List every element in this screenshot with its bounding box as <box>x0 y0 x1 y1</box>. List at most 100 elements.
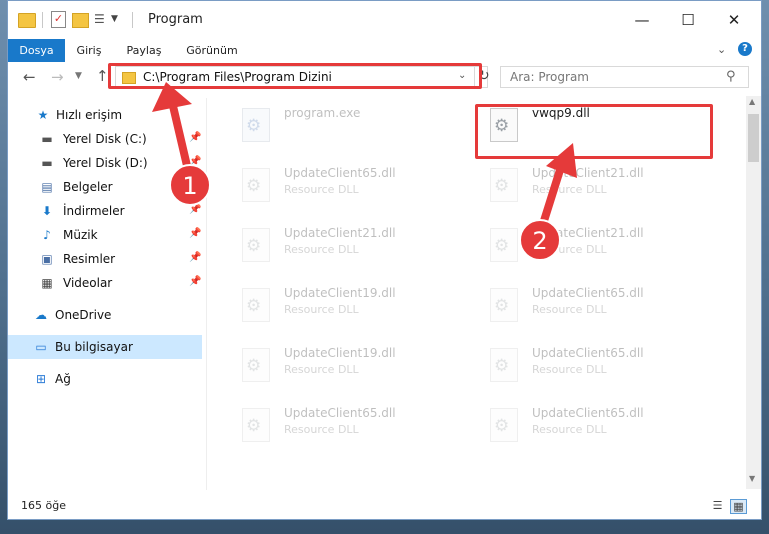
ribbon: Dosya Giriş Paylaş Görünüm ⌄ ? <box>8 39 761 62</box>
title-bar: ✓ ☰ ▼ Program — ☐ ✕ <box>8 1 761 39</box>
sidebar-item-label: Hızlı erişim <box>56 108 123 122</box>
scrollbar-thumb[interactable] <box>748 114 759 162</box>
sidebar-item-label: Yerel Disk (C:) <box>63 132 147 146</box>
pane-divider[interactable] <box>206 98 207 490</box>
dll-file-icon: ⚙ <box>490 348 518 382</box>
up-arrow-icon[interactable]: ↑ <box>96 67 109 85</box>
exe-file-icon: ⚙ <box>242 108 270 142</box>
sidebar-item-label: Belgeler <box>63 180 113 194</box>
download-icon: ⬇ <box>41 204 53 218</box>
toolbar-separator <box>132 12 133 28</box>
network-icon: ⊞ <box>35 372 47 386</box>
details-view-icon[interactable]: ☰ <box>710 499 725 512</box>
file-name: UpdateClient21.dll <box>284 226 396 240</box>
sidebar-item-network[interactable]: ⊞ Ağ <box>8 367 202 391</box>
dll-file-icon: ⚙ <box>490 288 518 322</box>
customize-view-icon[interactable]: ☰ <box>94 12 108 26</box>
pin-icon[interactable]: 📌 <box>189 252 201 263</box>
dll-file-icon: ⚙ <box>242 288 270 322</box>
pin-icon[interactable]: 📌 <box>189 180 201 191</box>
file-name: UpdateClient19.dll <box>284 286 396 300</box>
file-type: Resource DLL <box>532 183 607 196</box>
cloud-icon: ☁ <box>35 308 47 322</box>
file-item[interactable]: ⚙ UpdateClient65.dll Resource DLL <box>478 282 718 336</box>
sidebar-item-downloads[interactable]: ⬇ İndirmeler 📌 <box>8 199 202 223</box>
file-name: program.exe <box>284 106 361 120</box>
file-item[interactable]: ⚙ UpdateClient21.dll Resource DLL <box>230 222 470 276</box>
file-name: UpdateClient21.dll <box>532 166 644 180</box>
file-type: Resource DLL <box>284 183 359 196</box>
recent-locations-chevron-icon[interactable]: ▼ <box>75 71 82 81</box>
search-box[interactable]: Ara: Program ⚲ <box>500 66 749 88</box>
file-item[interactable]: ⚙ UpdateClient65.dll Resource DLL <box>230 402 470 456</box>
file-item[interactable]: ⚙ UpdateClient65.dll Resource DLL <box>478 402 718 456</box>
file-item[interactable]: ⚙ UpdateClient21.dll Resource DLL <box>478 222 718 276</box>
file-item[interactable]: ⚙ UpdateClient21.dll Resource DLL <box>478 162 718 216</box>
properties-check-icon[interactable]: ✓ <box>51 11 66 28</box>
sidebar-item-pictures[interactable]: ▣ Resimler 📌 <box>8 247 202 271</box>
forward-arrow-icon[interactable]: → <box>51 68 64 86</box>
maximize-button[interactable]: ☐ <box>665 1 711 39</box>
close-button[interactable]: ✕ <box>711 1 757 39</box>
file-type: Resource DLL <box>284 303 359 316</box>
navigation-pane: ★ Hızlı erişim ▬ Yerel Disk (C:) 📌 ▬ Yer… <box>8 98 206 490</box>
file-item[interactable]: ⚙ UpdateClient65.dll Resource DLL <box>230 162 470 216</box>
sidebar-item-label: Yerel Disk (D:) <box>63 156 148 170</box>
file-name: UpdateClient19.dll <box>284 346 396 360</box>
tab-share[interactable]: Paylaş <box>116 39 172 62</box>
file-item[interactable]: ⚙ UpdateClient19.dll Resource DLL <box>230 282 470 336</box>
sidebar-item-this-pc[interactable]: ▭ Bu bilgisayar <box>8 335 202 359</box>
file-item[interactable]: ⚙ program.exe <box>230 102 470 156</box>
sidebar-item-label: Müzik <box>63 228 98 242</box>
tab-file[interactable]: Dosya <box>8 39 65 62</box>
search-icon[interactable]: ⚲ <box>726 69 736 84</box>
sidebar-item-music[interactable]: ♪ Müzik 📌 <box>8 223 202 247</box>
sidebar-item-disk-d[interactable]: ▬ Yerel Disk (D:) 📌 <box>8 151 202 175</box>
file-name: UpdateClient65.dll <box>532 406 644 420</box>
folder-icon <box>18 13 36 28</box>
back-arrow-icon[interactable]: ← <box>23 68 36 86</box>
file-type: Resource DLL <box>532 303 607 316</box>
file-type: Resource DLL <box>284 363 359 376</box>
sidebar-item-label: Videolar <box>63 276 113 290</box>
sidebar-item-label: OneDrive <box>55 308 112 322</box>
file-name: UpdateClient65.dll <box>532 346 644 360</box>
expand-ribbon-chevron-icon[interactable]: ⌄ <box>717 43 726 56</box>
music-icon: ♪ <box>43 228 51 242</box>
sidebar-item-documents[interactable]: ▤ Belgeler 📌 <box>8 175 202 199</box>
toolbar-separator <box>42 12 43 28</box>
scroll-down-arrow-icon[interactable]: ▼ <box>749 474 755 483</box>
quick-access-dropdown-icon[interactable]: ▼ <box>111 14 118 32</box>
pin-icon[interactable]: 📌 <box>189 132 201 143</box>
address-bar-highlight <box>108 63 482 89</box>
sidebar-item-quick-access[interactable]: ★ Hızlı erişim <box>8 103 202 127</box>
minimize-button[interactable]: — <box>619 1 665 39</box>
help-icon[interactable]: ? <box>738 42 752 56</box>
sidebar-item-label: Ağ <box>55 372 71 386</box>
pin-icon[interactable]: 📌 <box>189 276 201 287</box>
status-bar: 165 öğe ☰ ▦ <box>8 495 761 519</box>
new-folder-icon[interactable] <box>72 13 89 28</box>
sidebar-item-onedrive[interactable]: ☁ OneDrive <box>8 303 202 327</box>
tab-view[interactable]: Görünüm <box>178 39 246 62</box>
dll-file-icon: ⚙ <box>242 408 270 442</box>
sidebar-item-videos[interactable]: ▦ Videolar 📌 <box>8 271 202 295</box>
sidebar-item-disk-c[interactable]: ▬ Yerel Disk (C:) 📌 <box>8 127 202 151</box>
documents-icon: ▤ <box>41 180 53 194</box>
item-count: 165 öğe <box>21 499 66 512</box>
pin-icon[interactable]: 📌 <box>189 156 201 167</box>
sidebar-item-label: Resimler <box>63 252 116 266</box>
file-type: Resource DLL <box>532 363 607 376</box>
scroll-up-arrow-icon[interactable]: ▲ <box>749 97 755 106</box>
search-input[interactable]: Ara: Program <box>510 70 589 84</box>
large-icons-view-icon[interactable]: ▦ <box>730 499 747 514</box>
file-item[interactable]: ⚙ UpdateClient65.dll Resource DLL <box>478 342 718 396</box>
pin-icon[interactable]: 📌 <box>189 228 201 239</box>
drive-icon: ▬ <box>41 132 53 146</box>
tab-home[interactable]: Giriş <box>65 39 113 62</box>
vertical-scrollbar[interactable]: ▲ ▼ <box>746 96 761 489</box>
pin-icon[interactable]: 📌 <box>189 204 201 215</box>
dll-file-icon: ⚙ <box>242 168 270 202</box>
file-type: Resource DLL <box>532 243 607 256</box>
file-item[interactable]: ⚙ UpdateClient19.dll Resource DLL <box>230 342 470 396</box>
